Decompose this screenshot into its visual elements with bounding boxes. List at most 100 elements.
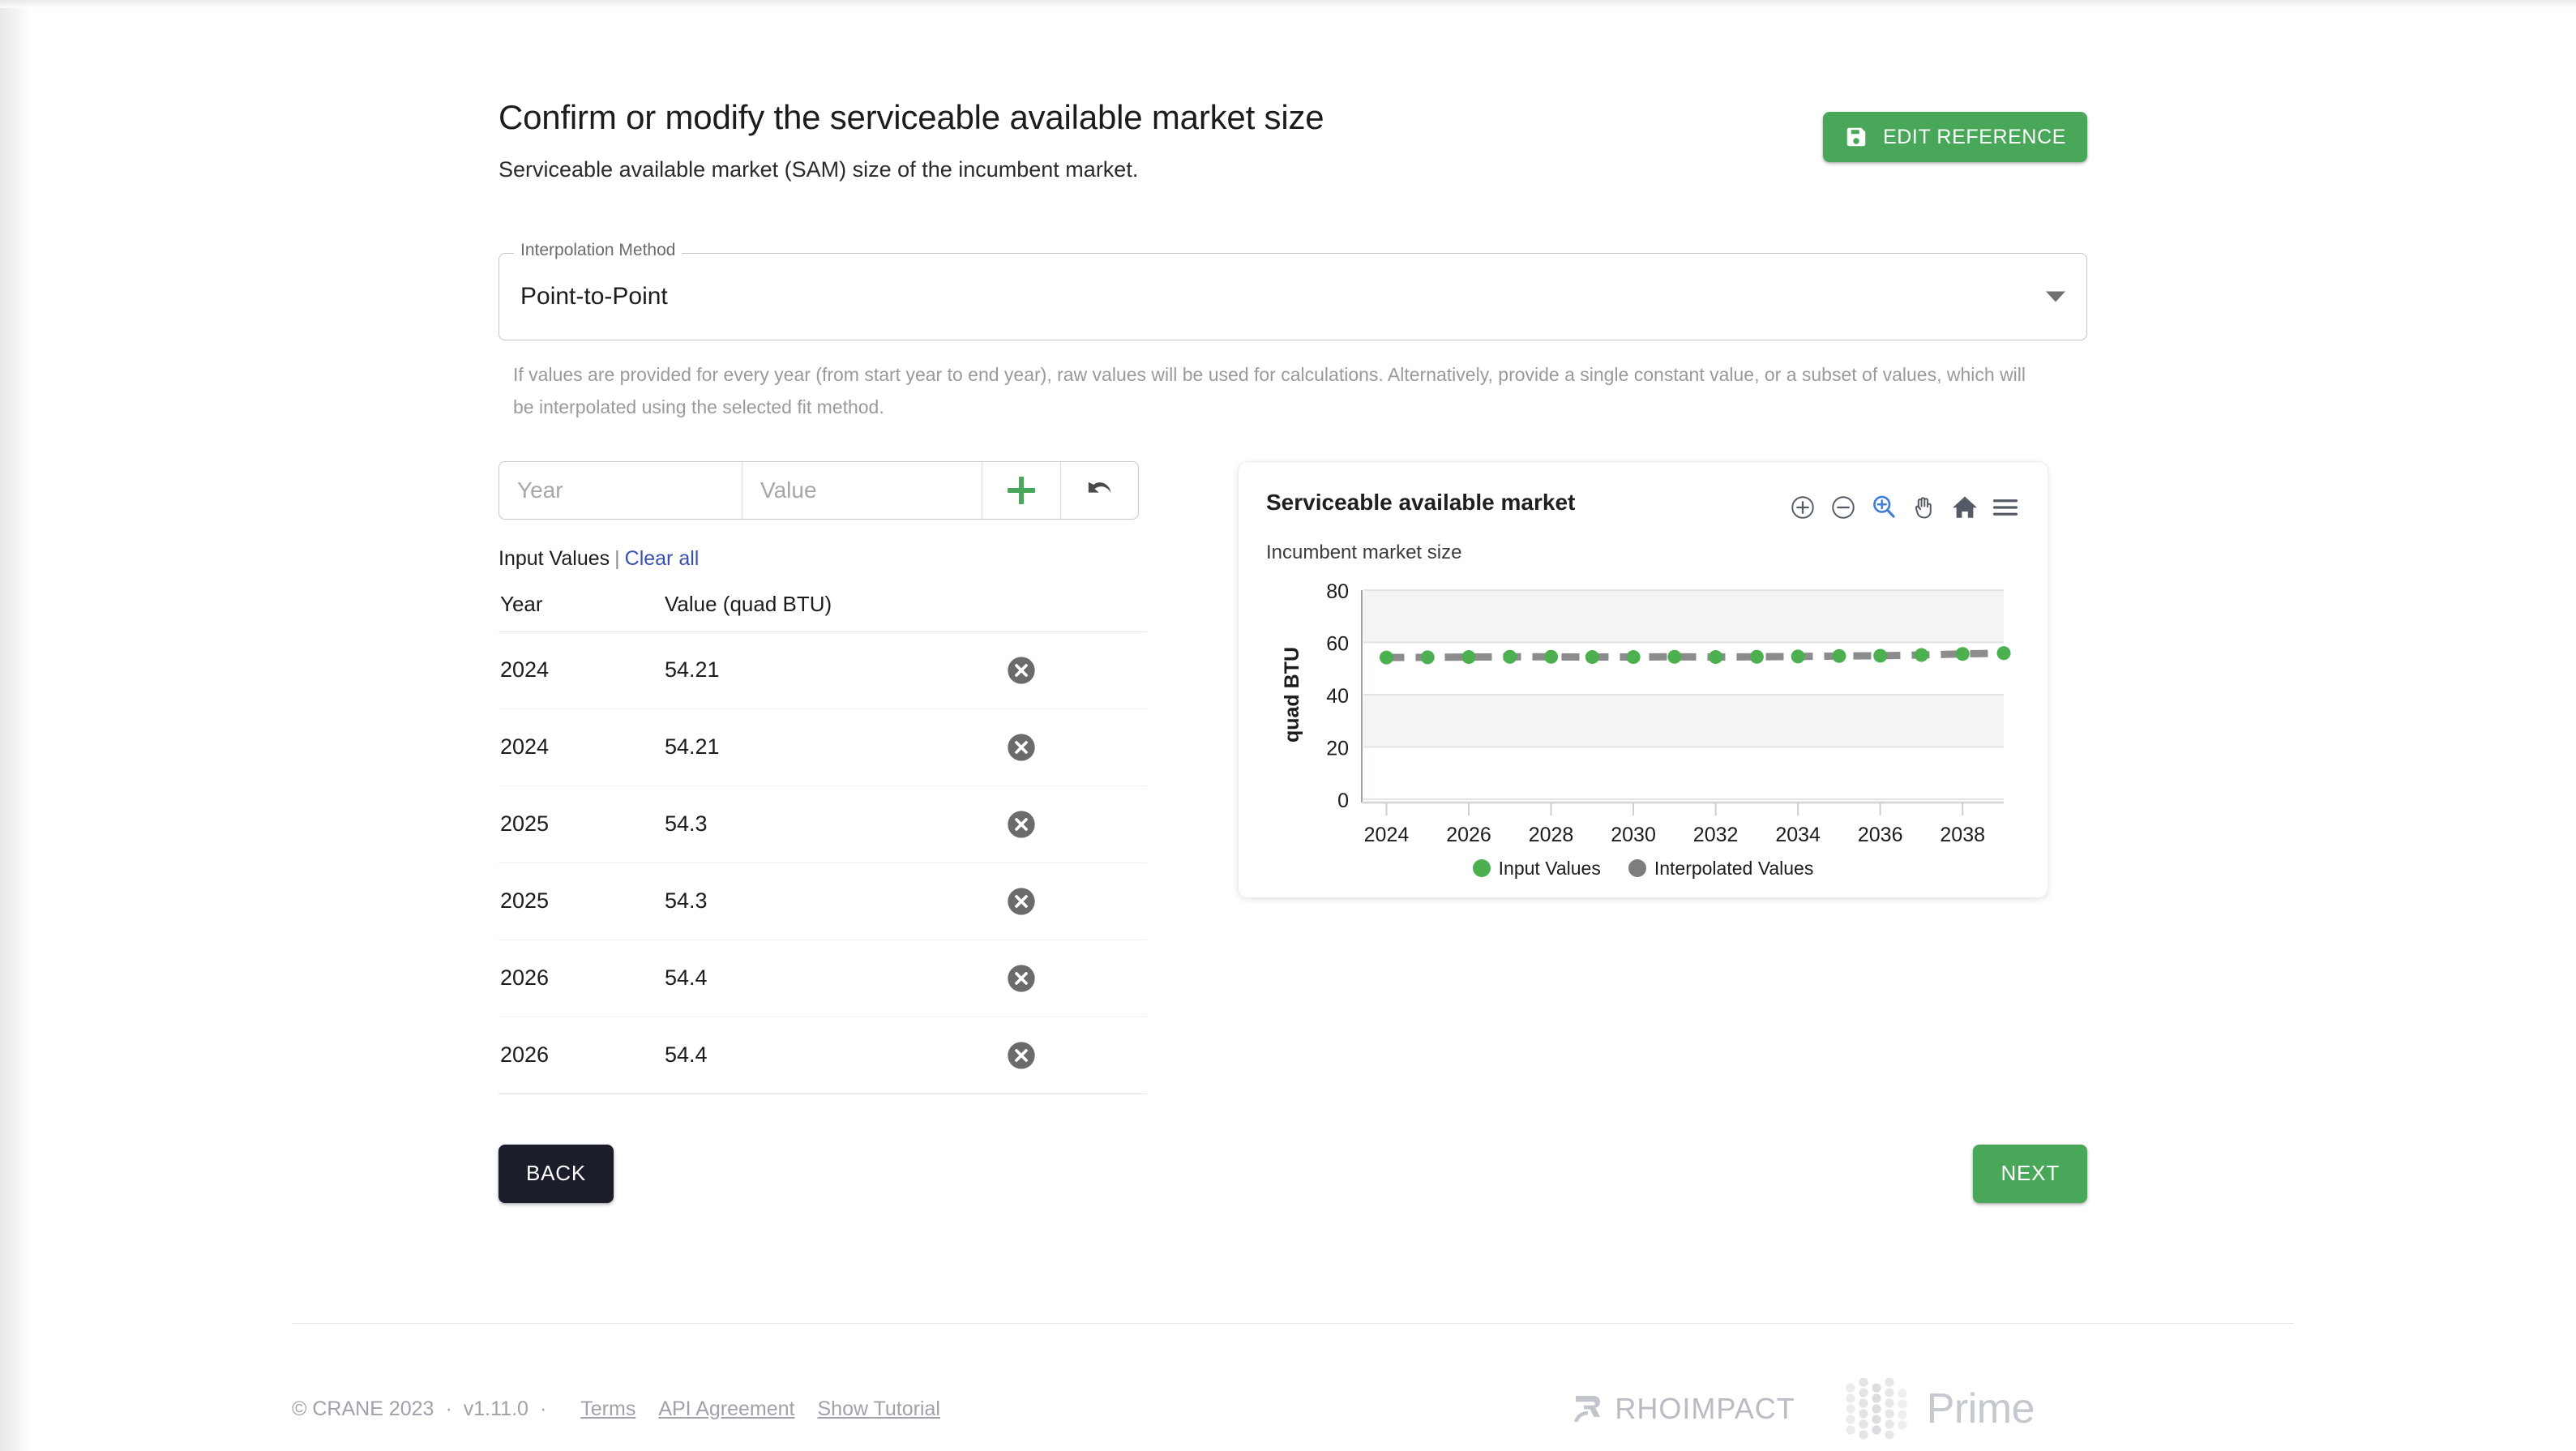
interpolation-method-value: Point-to-Point [520, 283, 668, 310]
zoom-in-icon[interactable] [1788, 493, 1817, 522]
input-values-header: Input Values | Clear all [499, 547, 1147, 571]
legend-item-interpolated-values[interactable]: Interpolated Values [1628, 857, 1814, 880]
legend-label-interpolated-values: Interpolated Values [1654, 857, 1814, 879]
page-header: Confirm or modify the serviceable availa… [499, 97, 2087, 195]
delete-row-button[interactable] [1005, 962, 1038, 995]
footer: © CRANE 2023 · v1.11.0 · Terms API Agree… [292, 1378, 2294, 1440]
chart-card: Serviceable available market Incumbent m… [1238, 460, 2048, 898]
top-edge-shade [0, 0, 2576, 8]
delete-row-button[interactable] [1005, 654, 1038, 687]
table-row: 2025 54.3 [499, 862, 1147, 940]
values-editor: Year Value Input Values | Clear all Year… [499, 460, 1147, 1094]
footer-left: © CRANE 2023 · v1.11.0 · Terms API Agree… [292, 1397, 940, 1421]
next-button[interactable]: NEXT [1973, 1144, 2087, 1203]
chart-title-block: Serviceable available market [1266, 490, 1575, 516]
svg-text:20: 20 [1326, 737, 1349, 760]
prime-logo-text: Prime [1926, 1385, 2035, 1432]
svg-text:40: 40 [1326, 685, 1349, 708]
cell-actions [1005, 708, 1147, 786]
close-circle-icon [1008, 887, 1035, 915]
main-content: Confirm or modify the serviceable availa… [499, 97, 2087, 1203]
home-icon[interactable] [1950, 493, 1979, 522]
cell-value: 54.3 [665, 785, 1005, 863]
save-icon [1844, 125, 1868, 149]
footer-link-api-agreement[interactable]: API Agreement [658, 1397, 794, 1421]
legend-dot-interpolated-values [1628, 859, 1646, 877]
footer-dot-2: · [539, 1397, 547, 1420]
clear-all-link[interactable]: Clear all [625, 547, 700, 570]
cell-value: 54.21 [665, 708, 1005, 786]
editor-columns: Year Value Input Values | Clear all Year… [499, 460, 2087, 1094]
prime-logo: Prime [1842, 1378, 2035, 1440]
value-input[interactable]: Value [742, 461, 982, 519]
plus-icon [1008, 476, 1035, 504]
close-circle-icon [1008, 1041, 1035, 1069]
table-row: 2026 54.4 [499, 1017, 1147, 1094]
delete-row-button[interactable] [1005, 731, 1038, 764]
menu-icon[interactable] [1991, 493, 2020, 522]
cell-actions [1005, 785, 1147, 863]
legend-dot-input-values [1472, 859, 1491, 877]
back-button[interactable]: BACK [499, 1144, 614, 1203]
cell-year: 2026 [499, 1017, 665, 1094]
table-body: 2024 54.21 2024 54.21 2025 54.3 2025 54.3 2026 54… [499, 631, 1147, 1094]
table-head: Year Value (quad BTU) [499, 580, 1147, 632]
delete-row-button[interactable] [1005, 808, 1038, 841]
footer-link-terms[interactable]: Terms [580, 1397, 635, 1421]
rhoimpact-logo: RHOIMPACT [1569, 1391, 1795, 1427]
chart-legend: Input Values Interpolated Values [1266, 858, 2020, 880]
footer-logos: RHOIMPACT Prime [1569, 1378, 2294, 1440]
interpolation-helper-text: If values are provided for every year (f… [513, 364, 2026, 418]
add-value-button[interactable] [982, 462, 1060, 519]
wizard-nav: BACK NEXT [499, 1144, 2087, 1203]
cell-actions [1005, 862, 1147, 940]
footer-version: v1.11.0 [463, 1397, 528, 1420]
chart-subtitle: Incumbent market size [1266, 541, 1462, 563]
undo-icon [1085, 478, 1115, 503]
interpolation-method-select[interactable]: Interpolation Method Point-to-Point [499, 241, 2087, 340]
rhoimpact-logo-text: RHOIMPACT [1615, 1392, 1795, 1425]
svg-text:2024: 2024 [1364, 824, 1410, 846]
rhoimpact-mark-icon [1569, 1391, 1605, 1427]
interpolation-method-field: Interpolation Method Point-to-Point If v… [499, 241, 2087, 424]
chevron-down-icon[interactable] [2046, 291, 2065, 302]
svg-text:2036: 2036 [1858, 824, 1903, 846]
svg-text:2026: 2026 [1446, 824, 1491, 846]
cell-value: 54.3 [665, 862, 1005, 940]
zoom-select-icon[interactable] [1869, 493, 1898, 522]
svg-text:80: 80 [1326, 582, 1349, 603]
undo-button[interactable] [1060, 461, 1138, 519]
input-values-label: Input Values [499, 546, 610, 570]
footer-divider [292, 1323, 2294, 1324]
delete-row-button[interactable] [1005, 885, 1038, 918]
app-page: Confirm or modify the serviceable availa… [0, 0, 2576, 1451]
close-circle-icon [1008, 810, 1035, 838]
chart-plot[interactable]: 0 20 40 60 80 quad BTU 2024 2026 2028 2030 2032 203… [1266, 582, 2020, 850]
svg-text:0: 0 [1337, 790, 1349, 812]
edit-reference-button[interactable]: EDIT REFERENCE [1822, 112, 2087, 162]
cell-actions [1005, 1017, 1147, 1094]
legend-label-input-values: Input Values [1498, 857, 1601, 879]
svg-text:2030: 2030 [1611, 824, 1656, 846]
input-values-table: Year Value (quad BTU) 2024 54.21 2024 54.21… [499, 580, 1147, 1094]
interpolation-method-label: Interpolation Method [514, 241, 683, 260]
table-row: 2025 54.3 [499, 785, 1147, 863]
cell-actions [1005, 631, 1147, 709]
table-header-row: Year Value (quad BTU) [499, 580, 1147, 632]
cell-year: 2026 [499, 940, 665, 1017]
svg-text:2038: 2038 [1940, 824, 1985, 846]
cell-value: 54.4 [665, 940, 1005, 1017]
edit-reference-label: EDIT REFERENCE [1882, 125, 2066, 148]
year-input[interactable]: Year [499, 461, 742, 519]
svg-text:2028: 2028 [1529, 824, 1574, 846]
delete-row-button[interactable] [1005, 1039, 1038, 1072]
cell-year: 2025 [499, 862, 665, 940]
svg-text:quad BTU: quad BTU [1281, 646, 1303, 742]
zoom-out-icon[interactable] [1829, 493, 1858, 522]
pan-icon[interactable] [1910, 493, 1939, 522]
legend-item-input-values[interactable]: Input Values [1472, 857, 1601, 880]
footer-copyright: © CRANE 2023 [292, 1397, 434, 1420]
footer-link-show-tutorial[interactable]: Show Tutorial [817, 1397, 939, 1421]
table-row: 2024 54.21 [499, 708, 1147, 786]
prime-hex-dots-icon [1842, 1378, 1915, 1440]
